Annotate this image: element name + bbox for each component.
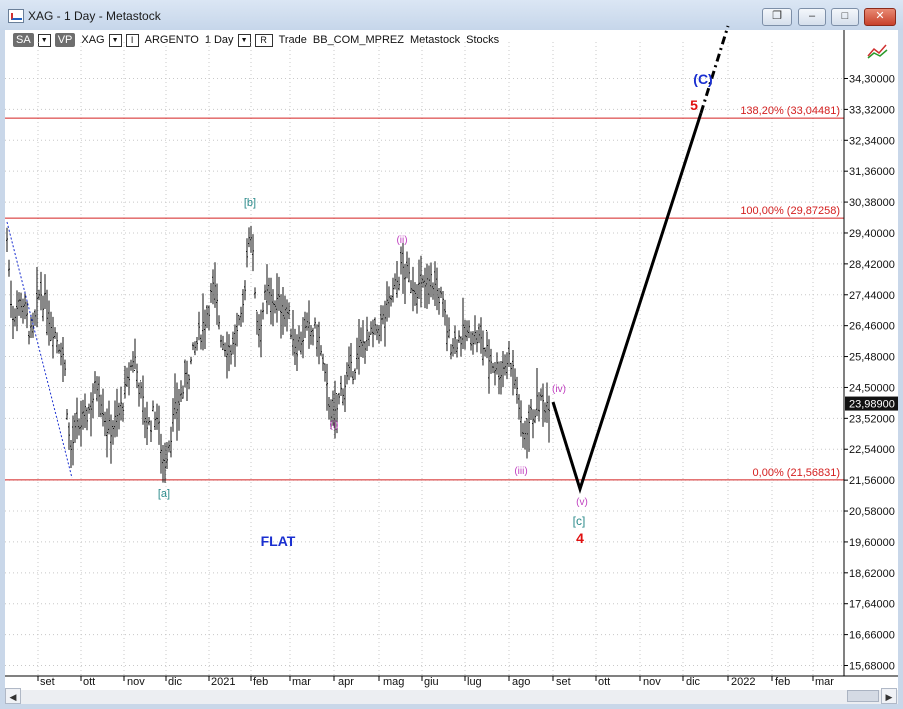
time-tick-label: mar — [815, 676, 834, 688]
scroll-right-icon[interactable]: ▶ — [881, 688, 897, 704]
price-tick-label: 32,34000 — [849, 135, 895, 147]
scroll-left-icon[interactable]: ◀ — [5, 688, 21, 704]
time-tick-label: lug — [467, 676, 482, 688]
price-tick-label: 31,36000 — [849, 166, 895, 178]
wave-label: (ii) — [396, 235, 407, 246]
time-tick-label: nov — [643, 676, 661, 688]
time-tick-label: set — [556, 676, 571, 688]
wave-label: [c] — [573, 514, 586, 528]
last-price-label: 23,98900 — [849, 399, 895, 411]
time-tick-label: ott — [83, 676, 95, 688]
price-tick-label: 17,64000 — [849, 599, 895, 611]
chart-grid — [5, 42, 844, 676]
price-tick-label: 18,62000 — [849, 568, 895, 580]
price-tick-label: 29,40000 — [849, 228, 895, 240]
time-tick-label: feb — [253, 676, 268, 688]
time-tick-label: mag — [383, 676, 404, 688]
time-tick-label: ago — [512, 676, 530, 688]
wave-label: 4 — [576, 530, 584, 546]
price-tick-label: 26,46000 — [849, 321, 895, 333]
wave-label: (C) — [693, 71, 712, 87]
fib-label: 0,00% (21,56831) — [753, 467, 840, 479]
price-tick-label: 22,54000 — [849, 444, 895, 456]
horizontal-scrollbar[interactable] — [5, 690, 898, 704]
time-tick-label: 2022 — [731, 676, 755, 688]
time-tick-label: feb — [775, 676, 790, 688]
wave-label: (v) — [576, 497, 588, 508]
fib-label: 100,00% (29,87258) — [740, 205, 840, 217]
time-tick-label: dic — [168, 676, 183, 688]
wave-label: [a] — [158, 488, 170, 500]
wave-label: (i) — [330, 420, 339, 431]
price-tick-label: 16,66000 — [849, 630, 895, 642]
projection-extension — [699, 25, 730, 114]
time-tick-label: mar — [292, 676, 311, 688]
time-tick-label: 2021 — [211, 676, 235, 688]
chart-tools-icon[interactable] — [866, 44, 888, 60]
fib-label: 138,20% (33,04481) — [740, 105, 840, 117]
scrollbar-thumb[interactable] — [847, 690, 879, 702]
wave-label: 5 — [690, 97, 698, 113]
wave-label: (iii) — [514, 466, 527, 477]
price-tick-label: 27,44000 — [849, 290, 895, 302]
time-tick-label: set — [40, 676, 55, 688]
price-chart[interactable]: 138,20% (33,04481) 100,00% (29,87258) 0,00… — [0, 0, 903, 709]
price-tick-label: 19,60000 — [849, 537, 895, 549]
time-tick-label: ott — [598, 676, 610, 688]
price-tick-label: 21,56000 — [849, 475, 895, 487]
price-bars — [6, 225, 550, 483]
time-tick-label: giu — [424, 676, 439, 688]
price-tick-label: 25,48000 — [849, 352, 895, 364]
price-tick-label: 34,30000 — [849, 74, 895, 86]
price-tick-label: 15,68000 — [849, 661, 895, 673]
time-tick-label: apr — [338, 676, 354, 688]
wave-label: [b] — [244, 197, 256, 209]
projection-wave-4-5 — [551, 112, 703, 494]
price-tick-label: 23,52000 — [849, 413, 895, 425]
wave-a-dotted-line — [6, 221, 73, 479]
wave-label: FLAT — [261, 533, 296, 549]
time-tick-label: nov — [127, 676, 145, 688]
wave-label: (iv) — [552, 384, 566, 395]
time-axis: set ott nov dic 2021 feb mar apr mag giu lug ago set… — [5, 675, 898, 688]
price-tick-label: 28,42000 — [849, 259, 895, 271]
price-tick-label: 30,38000 — [849, 197, 895, 209]
time-tick-label: dic — [686, 676, 701, 688]
price-axis: 34,30000 33,32000 32,34000 31,36000 30,38000… — [843, 30, 898, 676]
price-tick-label: 33,32000 — [849, 104, 895, 116]
price-tick-label: 20,58000 — [849, 506, 895, 518]
price-tick-label: 24,50000 — [849, 382, 895, 394]
